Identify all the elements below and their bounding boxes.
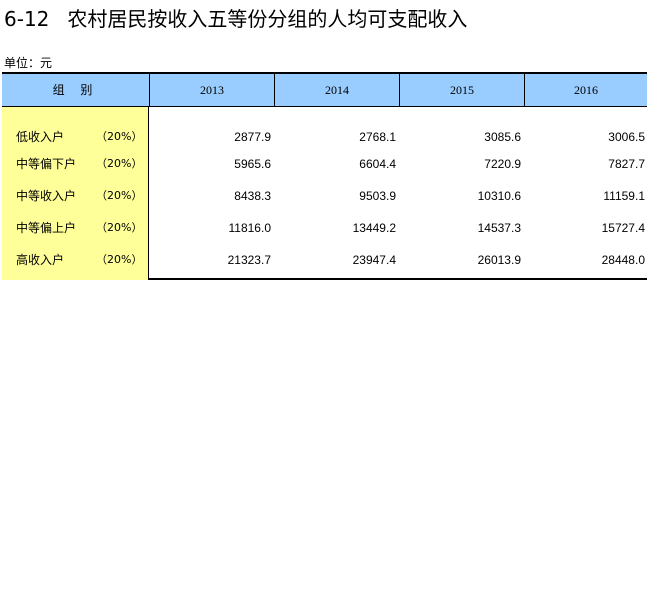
cell-2015: 10310.6 [477,189,521,203]
cell-2014: 9503.9 [359,189,396,203]
cell-2016: 3006.5 [608,130,645,144]
cell-2013: 8438.3 [234,189,271,203]
table-row: 高收入户 （20%） 21323.7 23947.4 26013.9 28448… [2,250,647,270]
cell-2015: 3085.6 [484,130,521,144]
table-title: 农村居民按收入五等份分组的人均可支配收入 [67,7,468,31]
cell-2016: 15727.4 [601,221,645,235]
cell-2015: 7220.9 [484,157,521,171]
cell-2016: 28448.0 [601,253,645,267]
cell-2013: 2877.9 [234,130,271,144]
row-share: （20%） [96,221,143,234]
income-table: 组 别 2013 2014 2015 2016 低收入户 （20%） 2877.… [2,72,647,280]
row-share: （20%） [96,253,143,266]
cell-2014: 6604.4 [359,157,396,171]
year-header-2016: 2016 [524,74,647,106]
cell-2015: 26013.9 [477,253,521,267]
cell-2015: 14537.3 [477,221,521,235]
table-number: 6-12 [4,7,50,31]
group-header: 组 别 [52,83,99,97]
row-label: 中等偏上户 [16,221,77,235]
row-label: 中等偏下户 [16,157,77,171]
table-header-row: 组 别 2013 2014 2015 2016 [2,74,647,107]
table-row: 中等偏下户 （20%） 5965.6 6604.4 7220.9 7827.7 [2,154,647,174]
year-header-2014: 2014 [274,74,399,106]
cell-2013: 11816.0 [228,221,272,235]
unit-label: 单位：元 [4,56,53,70]
year-header-2015: 2015 [399,74,524,106]
year-header-2013: 2013 [149,74,274,106]
cell-2013: 21323.7 [227,253,271,267]
row-share: （20%） [96,157,143,170]
row-share: （20%） [96,189,143,202]
cell-2016: 7827.7 [608,157,645,171]
row-share: （20%） [96,130,143,143]
cell-2014: 23947.4 [352,253,396,267]
page-title: 6-12 农村居民按收入五等份分组的人均可支配收入 [4,6,467,32]
table-row: 中等收入户 （20%） 8438.3 9503.9 10310.6 11159.… [2,186,647,206]
cell-2014: 2768.1 [359,130,396,144]
cell-2013: 5965.6 [234,157,271,171]
row-label: 低收入户 [16,130,65,144]
cell-2014: 13449.2 [352,221,396,235]
cell-2016: 11159.1 [603,189,645,203]
table-row: 中等偏上户 （20%） 11816.0 13449.2 14537.3 1572… [2,218,647,238]
row-label: 中等收入户 [16,189,77,203]
table-row: 低收入户 （20%） 2877.9 2768.1 3085.6 3006.5 [2,127,647,147]
row-label: 高收入户 [16,253,65,267]
